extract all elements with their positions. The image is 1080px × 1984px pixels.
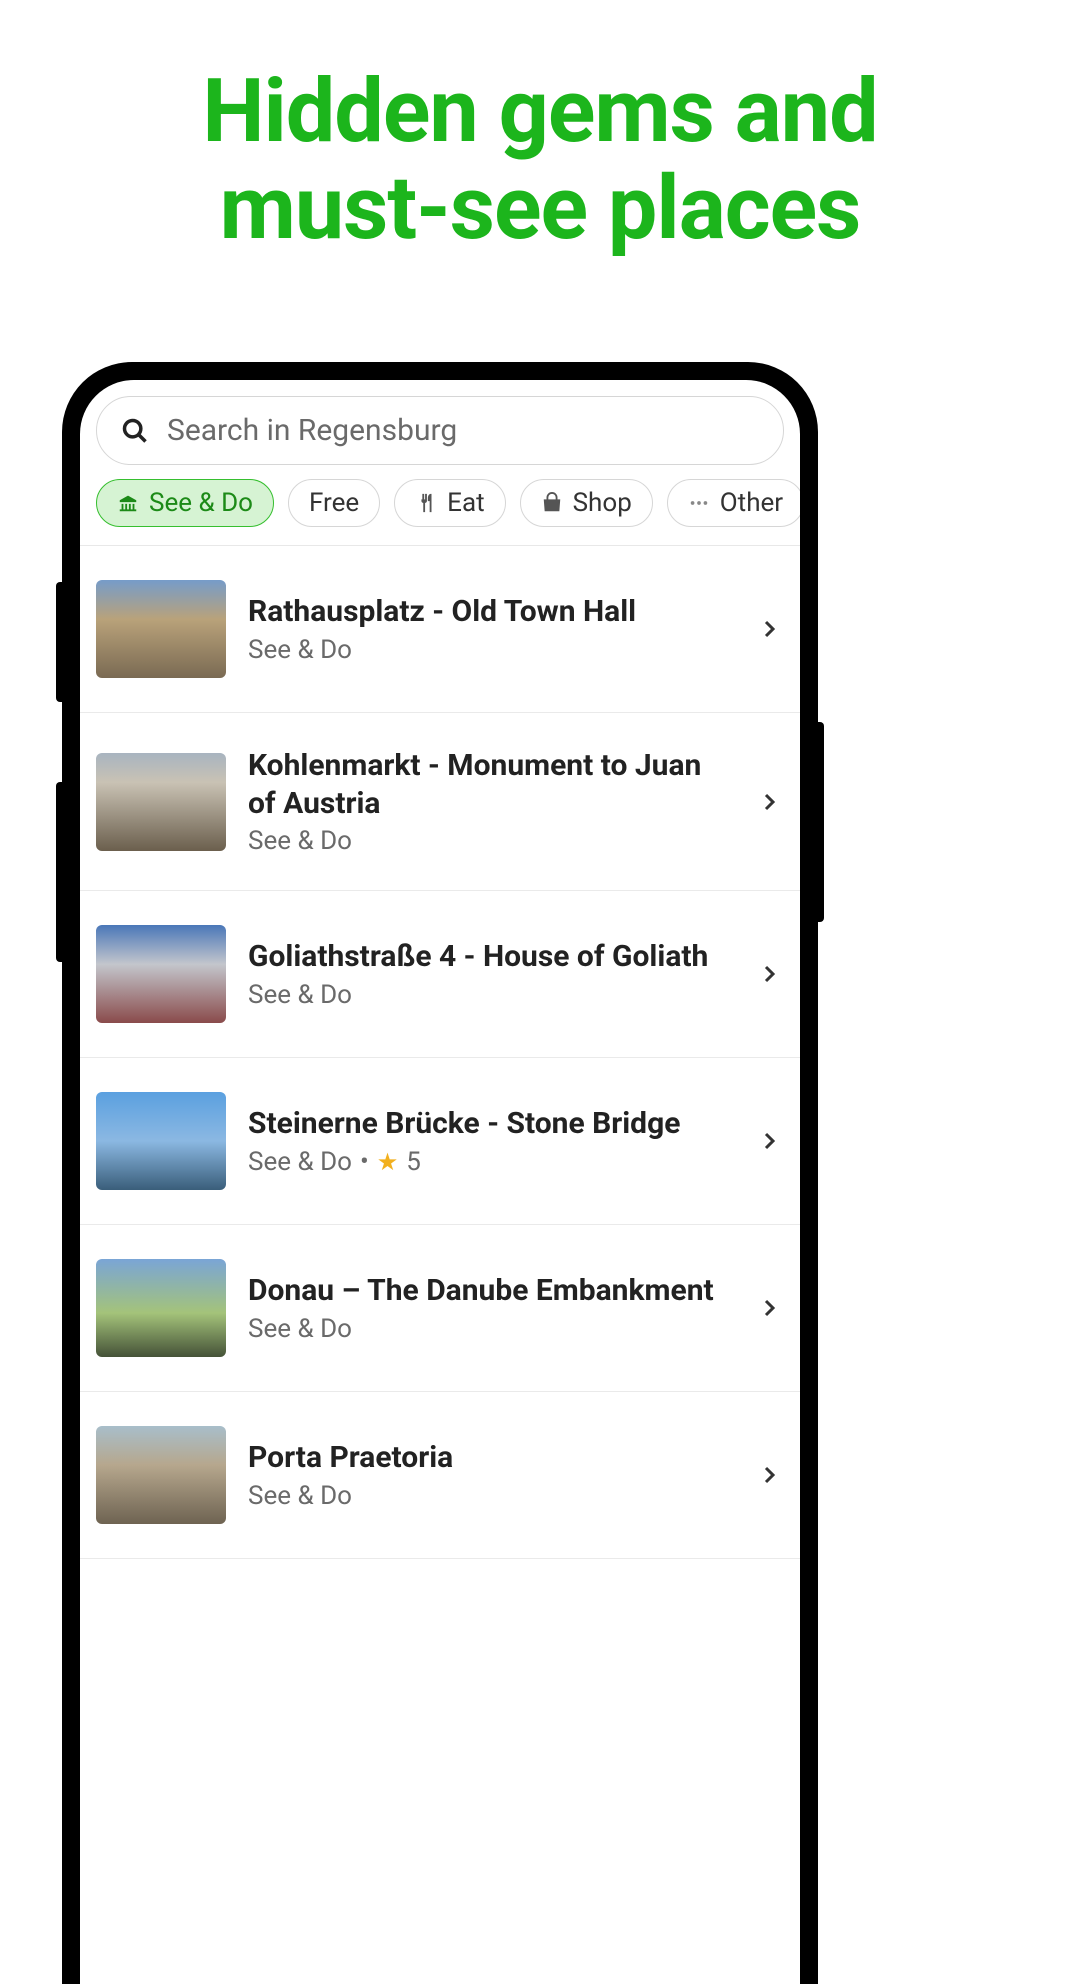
bag-icon [541,492,563,514]
place-text: Rathausplatz - Old Town Hall See & Do [248,593,732,665]
filter-chips-row: See & Do Free Eat Shop Ot [80,477,800,546]
place-category: See & Do [248,826,352,856]
list-item[interactable]: Goliathstraße 4 - House of Goliath See & … [80,891,800,1058]
search-icon [121,417,149,445]
chevron-right-icon [754,959,784,989]
separator-dot: • [360,1147,369,1177]
filter-chip-eat[interactable]: Eat [394,479,505,527]
dots-icon [688,492,710,514]
chevron-right-icon [754,787,784,817]
place-text: Donau – The Danube Embankment See & Do [248,1272,732,1344]
place-title: Porta Praetoria [248,1439,732,1477]
chevron-right-icon [754,614,784,644]
place-subtitle: See & Do [248,1314,732,1344]
place-thumbnail [96,1426,226,1524]
filter-chip-see-do[interactable]: See & Do [96,479,274,527]
chevron-right-icon [754,1126,784,1156]
place-thumbnail [96,580,226,678]
place-title: Goliathstraße 4 - House of Goliath [248,938,732,976]
place-text: Kohlenmarkt - Monument to Juan of Austri… [248,747,732,856]
place-text: Porta Praetoria See & Do [248,1439,732,1511]
place-subtitle: See & Do [248,980,732,1010]
chip-label: Other [720,488,783,518]
place-title: Rathausplatz - Old Town Hall [248,593,732,631]
phone-button-decor [56,782,62,962]
place-subtitle: See & Do [248,1481,732,1511]
list-item[interactable]: Porta Praetoria See & Do [80,1392,800,1559]
list-item[interactable]: Kohlenmarkt - Monument to Juan of Austri… [80,713,800,891]
place-rating: 5 [406,1147,421,1177]
chevron-right-icon [754,1293,784,1323]
place-thumbnail [96,1092,226,1190]
place-subtitle: See & Do [248,635,732,665]
phone-screen: Search in Regensburg See & Do Free Eat [80,380,800,1984]
place-thumbnail [96,753,226,851]
search-placeholder: Search in Regensburg [167,413,457,448]
headline-line2: must-see places [220,157,861,260]
list-item[interactable]: Donau – The Danube Embankment See & Do [80,1225,800,1392]
place-subtitle: See & Do [248,826,732,856]
places-list: Rathausplatz - Old Town Hall See & Do Kohl… [80,546,800,1984]
chip-label: Eat [447,488,484,518]
star-icon: ★ [377,1148,399,1176]
place-title: Kohlenmarkt - Monument to Juan of Austri… [248,747,732,822]
chip-label: Free [309,488,359,518]
chip-label: See & Do [149,488,253,518]
place-title: Steinerne Brücke - Stone Bridge [248,1105,732,1143]
place-thumbnail [96,1259,226,1357]
place-title: Donau – The Danube Embankment [248,1272,732,1310]
chevron-right-icon [754,1460,784,1490]
place-category: See & Do [248,1481,352,1511]
place-text: Goliathstraße 4 - House of Goliath See & … [248,938,732,1010]
utensils-icon [415,492,437,514]
place-subtitle: See & Do • ★5 [248,1147,732,1177]
phone-button-decor [818,722,824,922]
phone-button-decor [56,582,62,702]
place-category: See & Do [248,1147,352,1177]
list-item[interactable]: Steinerne Brücke - Stone Bridge See & Do •… [80,1058,800,1225]
marketing-headline: Hidden gems and must-see places [0,64,1080,258]
search-input[interactable]: Search in Regensburg [96,396,784,465]
filter-chip-shop[interactable]: Shop [520,479,653,527]
place-thumbnail [96,925,226,1023]
place-category: See & Do [248,1314,352,1344]
chip-label: Shop [573,488,632,518]
filter-chip-free[interactable]: Free [288,479,380,527]
list-item[interactable]: Rathausplatz - Old Town Hall See & Do [80,546,800,713]
museum-icon [117,492,139,514]
filter-chip-other[interactable]: Other [667,479,800,527]
headline-line1: Hidden gems and [202,60,877,163]
place-text: Steinerne Brücke - Stone Bridge See & Do •… [248,1105,732,1177]
phone-frame: Search in Regensburg See & Do Free Eat [62,362,818,1984]
place-category: See & Do [248,980,352,1010]
place-category: See & Do [248,635,352,665]
